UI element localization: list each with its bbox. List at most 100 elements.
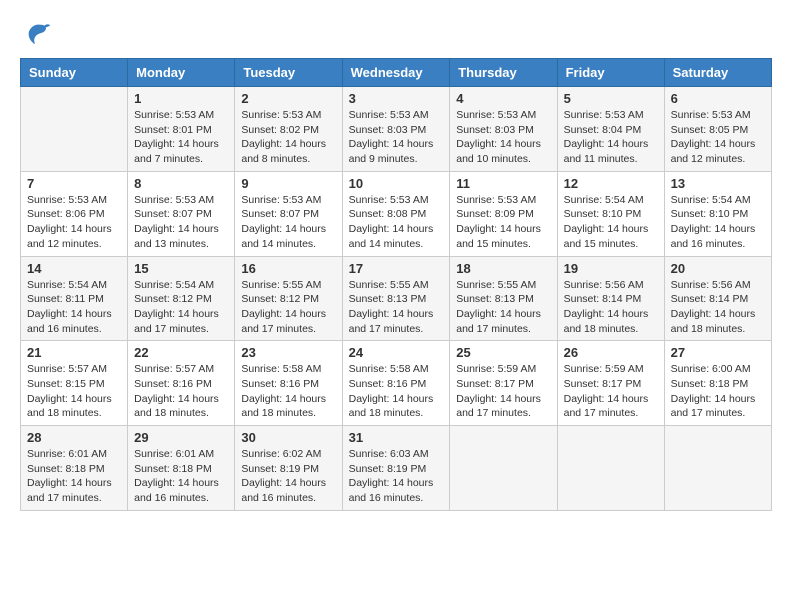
calendar-header-row: SundayMondayTuesdayWednesdayThursdayFrid…: [21, 59, 772, 87]
day-info: Sunrise: 5:54 AM Sunset: 8:12 PM Dayligh…: [134, 278, 228, 337]
day-info: Sunrise: 5:56 AM Sunset: 8:14 PM Dayligh…: [564, 278, 658, 337]
calendar-cell: 6 Sunrise: 5:53 AM Sunset: 8:05 PM Daylig…: [664, 87, 771, 172]
day-number: 23: [241, 345, 335, 360]
day-number: 26: [564, 345, 658, 360]
calendar-cell: [450, 426, 557, 511]
calendar-week-row: 21Sunrise: 5:57 AM Sunset: 8:15 PM Dayli…: [21, 341, 772, 426]
day-info: Sunrise: 6:03 AM Sunset: 8:19 PM Dayligh…: [349, 447, 444, 506]
calendar-cell: 31 Sunrise: 6:03 AM Sunset: 8:19 PM Dayli…: [342, 426, 450, 511]
calendar-cell: 28Sunrise: 6:01 AM Sunset: 8:18 PM Dayli…: [21, 426, 128, 511]
day-info: Sunrise: 5:53 AM Sunset: 8:04 PM Dayligh…: [564, 108, 658, 167]
col-header-wednesday: Wednesday: [342, 59, 450, 87]
day-info: Sunrise: 6:02 AM Sunset: 8:19 PM Dayligh…: [241, 447, 335, 506]
day-info: Sunrise: 5:53 AM Sunset: 8:03 PM Dayligh…: [456, 108, 550, 167]
calendar-week-row: 7 Sunrise: 5:53 AM Sunset: 8:06 PM Daylig…: [21, 171, 772, 256]
calendar-week-row: 14 Sunrise: 5:54 AM Sunset: 8:11 PM Dayli…: [21, 256, 772, 341]
day-number: 8: [134, 176, 228, 191]
calendar-cell: 2 Sunrise: 5:53 AM Sunset: 8:02 PM Daylig…: [235, 87, 342, 172]
calendar-cell: 1 Sunrise: 5:53 AM Sunset: 8:01 PM Daylig…: [128, 87, 235, 172]
calendar-cell: 30Sunrise: 6:02 AM Sunset: 8:19 PM Dayli…: [235, 426, 342, 511]
day-number: 24: [349, 345, 444, 360]
day-info: Sunrise: 5:56 AM Sunset: 8:14 PM Dayligh…: [671, 278, 765, 337]
day-number: 3: [349, 91, 444, 106]
day-info: Sunrise: 5:58 AM Sunset: 8:16 PM Dayligh…: [241, 362, 335, 421]
day-number: 1: [134, 91, 228, 106]
logo: [20, 20, 52, 48]
col-header-tuesday: Tuesday: [235, 59, 342, 87]
calendar-cell: 9Sunrise: 5:53 AM Sunset: 8:07 PM Daylig…: [235, 171, 342, 256]
calendar-cell: 7 Sunrise: 5:53 AM Sunset: 8:06 PM Daylig…: [21, 171, 128, 256]
day-info: Sunrise: 5:55 AM Sunset: 8:12 PM Dayligh…: [241, 278, 335, 337]
calendar-cell: 3 Sunrise: 5:53 AM Sunset: 8:03 PM Daylig…: [342, 87, 450, 172]
day-number: 7: [27, 176, 121, 191]
calendar-cell: 12 Sunrise: 5:54 AM Sunset: 8:10 PM Dayli…: [557, 171, 664, 256]
day-info: Sunrise: 5:54 AM Sunset: 8:10 PM Dayligh…: [564, 193, 658, 252]
calendar-cell: 16 Sunrise: 5:55 AM Sunset: 8:12 PM Dayli…: [235, 256, 342, 341]
day-number: 6: [671, 91, 765, 106]
calendar-cell: [664, 426, 771, 511]
day-number: 22: [134, 345, 228, 360]
day-info: Sunrise: 5:53 AM Sunset: 8:08 PM Dayligh…: [349, 193, 444, 252]
day-number: 28: [27, 430, 121, 445]
day-number: 27: [671, 345, 765, 360]
calendar-cell: 10 Sunrise: 5:53 AM Sunset: 8:08 PM Dayli…: [342, 171, 450, 256]
day-info: Sunrise: 6:01 AM Sunset: 8:18 PM Dayligh…: [134, 447, 228, 506]
day-number: 17: [349, 261, 444, 276]
day-number: 11: [456, 176, 550, 191]
calendar-cell: 11 Sunrise: 5:53 AM Sunset: 8:09 PM Dayli…: [450, 171, 557, 256]
day-number: 4: [456, 91, 550, 106]
calendar-cell: 4 Sunrise: 5:53 AM Sunset: 8:03 PM Daylig…: [450, 87, 557, 172]
col-header-thursday: Thursday: [450, 59, 557, 87]
col-header-monday: Monday: [128, 59, 235, 87]
day-info: Sunrise: 5:53 AM Sunset: 8:03 PM Dayligh…: [349, 108, 444, 167]
calendar-cell: 15 Sunrise: 5:54 AM Sunset: 8:12 PM Dayli…: [128, 256, 235, 341]
calendar-cell: 18Sunrise: 5:55 AM Sunset: 8:13 PM Dayli…: [450, 256, 557, 341]
day-number: 16: [241, 261, 335, 276]
calendar-cell: 27 Sunrise: 6:00 AM Sunset: 8:18 PM Dayli…: [664, 341, 771, 426]
day-info: Sunrise: 5:53 AM Sunset: 8:02 PM Dayligh…: [241, 108, 335, 167]
calendar-cell: 22Sunrise: 5:57 AM Sunset: 8:16 PM Dayli…: [128, 341, 235, 426]
calendar-cell: 20Sunrise: 5:56 AM Sunset: 8:14 PM Dayli…: [664, 256, 771, 341]
day-info: Sunrise: 5:53 AM Sunset: 8:07 PM Dayligh…: [241, 193, 335, 252]
day-info: Sunrise: 5:53 AM Sunset: 8:07 PM Dayligh…: [134, 193, 228, 252]
day-number: 13: [671, 176, 765, 191]
calendar-cell: 19 Sunrise: 5:56 AM Sunset: 8:14 PM Dayli…: [557, 256, 664, 341]
calendar-cell: 13Sunrise: 5:54 AM Sunset: 8:10 PM Dayli…: [664, 171, 771, 256]
day-number: 10: [349, 176, 444, 191]
day-info: Sunrise: 5:53 AM Sunset: 8:05 PM Dayligh…: [671, 108, 765, 167]
calendar-cell: 21Sunrise: 5:57 AM Sunset: 8:15 PM Dayli…: [21, 341, 128, 426]
calendar-week-row: 1 Sunrise: 5:53 AM Sunset: 8:01 PM Daylig…: [21, 87, 772, 172]
logo-bird-icon: [24, 20, 52, 48]
day-number: 14: [27, 261, 121, 276]
calendar-cell: 25 Sunrise: 5:59 AM Sunset: 8:17 PM Dayli…: [450, 341, 557, 426]
calendar-cell: [557, 426, 664, 511]
calendar-cell: 29Sunrise: 6:01 AM Sunset: 8:18 PM Dayli…: [128, 426, 235, 511]
col-header-sunday: Sunday: [21, 59, 128, 87]
day-number: 19: [564, 261, 658, 276]
day-info: Sunrise: 5:53 AM Sunset: 8:01 PM Dayligh…: [134, 108, 228, 167]
day-number: 25: [456, 345, 550, 360]
day-info: Sunrise: 5:59 AM Sunset: 8:17 PM Dayligh…: [564, 362, 658, 421]
calendar-cell: 17 Sunrise: 5:55 AM Sunset: 8:13 PM Dayli…: [342, 256, 450, 341]
day-info: Sunrise: 5:53 AM Sunset: 8:09 PM Dayligh…: [456, 193, 550, 252]
day-info: Sunrise: 5:58 AM Sunset: 8:16 PM Dayligh…: [349, 362, 444, 421]
day-number: 2: [241, 91, 335, 106]
calendar-table: SundayMondayTuesdayWednesdayThursdayFrid…: [20, 58, 772, 511]
page-header: [20, 20, 772, 48]
col-header-friday: Friday: [557, 59, 664, 87]
calendar-cell: [21, 87, 128, 172]
day-number: 5: [564, 91, 658, 106]
day-info: Sunrise: 5:59 AM Sunset: 8:17 PM Dayligh…: [456, 362, 550, 421]
day-info: Sunrise: 5:57 AM Sunset: 8:15 PM Dayligh…: [27, 362, 121, 421]
day-info: Sunrise: 6:00 AM Sunset: 8:18 PM Dayligh…: [671, 362, 765, 421]
day-number: 18: [456, 261, 550, 276]
day-info: Sunrise: 5:54 AM Sunset: 8:11 PM Dayligh…: [27, 278, 121, 337]
calendar-cell: 5 Sunrise: 5:53 AM Sunset: 8:04 PM Daylig…: [557, 87, 664, 172]
day-info: Sunrise: 5:53 AM Sunset: 8:06 PM Dayligh…: [27, 193, 121, 252]
day-number: 15: [134, 261, 228, 276]
calendar-cell: 8 Sunrise: 5:53 AM Sunset: 8:07 PM Daylig…: [128, 171, 235, 256]
day-number: 31: [349, 430, 444, 445]
day-info: Sunrise: 5:55 AM Sunset: 8:13 PM Dayligh…: [349, 278, 444, 337]
day-number: 12: [564, 176, 658, 191]
calendar-cell: 26 Sunrise: 5:59 AM Sunset: 8:17 PM Dayli…: [557, 341, 664, 426]
